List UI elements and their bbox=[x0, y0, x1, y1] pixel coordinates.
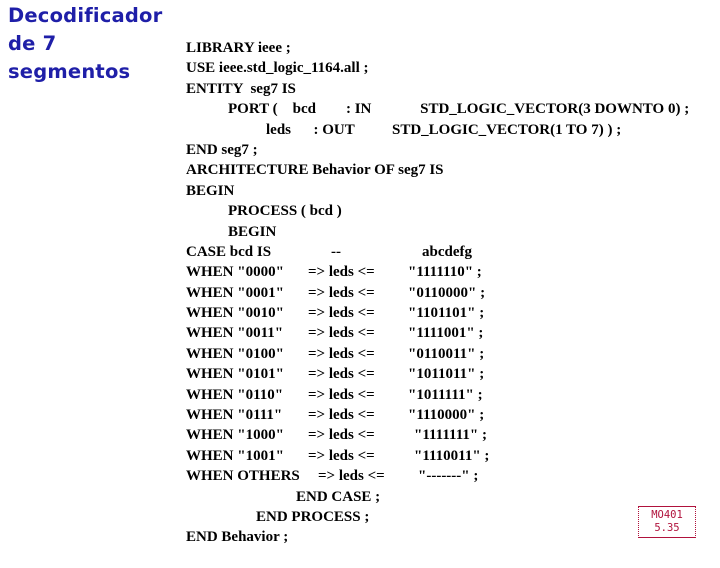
when-others-arrow: => leds <= bbox=[318, 468, 385, 485]
code-line-when-branch: WHEN "1000" => leds <= "1111111" ; bbox=[186, 425, 720, 445]
case-statement: CASE bcd IS bbox=[186, 243, 272, 260]
code-line-use: USE ieee.std_logic_1164.all ; bbox=[186, 60, 369, 77]
page-title: Decodificador de 7 segmentos bbox=[8, 4, 163, 83]
when-led-pattern: "1110011" ; bbox=[414, 447, 490, 464]
reference-badge-course: MO401 bbox=[651, 509, 683, 521]
when-condition: WHEN "0010" bbox=[186, 305, 284, 322]
code-line-when-branch: WHEN "0110" => leds <= "1011111" ; bbox=[186, 385, 720, 405]
code-line-library: LIBRARY ieee ; bbox=[186, 40, 291, 56]
vhdl-code-block: LIBRARY ieee ; USE ieee.std_logic_1164.al… bbox=[186, 38, 720, 548]
code-line-when-branch: WHEN "0101" => leds <= "1011011" ; bbox=[186, 364, 720, 384]
when-assignment-arrow: => leds <= bbox=[308, 447, 375, 464]
code-line-when-branch: WHEN "0011" => leds <= "1111001" ; bbox=[186, 323, 720, 343]
when-assignment-arrow: => leds <= bbox=[308, 407, 375, 424]
code-line-when-others: WHEN OTHERS => leds <= "-------" ; bbox=[186, 466, 720, 486]
when-others-value: "-------" ; bbox=[418, 468, 479, 485]
when-condition: WHEN "1000" bbox=[186, 427, 284, 444]
when-assignment-arrow: => leds <= bbox=[308, 284, 375, 301]
when-condition: WHEN "1001" bbox=[186, 447, 284, 464]
when-led-pattern: "1011011" ; bbox=[408, 366, 485, 383]
when-condition: WHEN "0001" bbox=[186, 284, 284, 301]
when-condition: WHEN "0101" bbox=[186, 366, 284, 383]
when-condition: WHEN "0110" bbox=[186, 386, 284, 403]
code-line-begin-proc: BEGIN bbox=[228, 223, 277, 240]
when-condition: WHEN "0000" bbox=[186, 264, 284, 281]
code-lines-case-branches: WHEN "0000" => leds <= "1111110" ; WHEN "00… bbox=[186, 262, 720, 466]
code-line-when-branch: WHEN "0010" => leds <= "1101101" ; bbox=[186, 303, 720, 323]
code-line-port-bcd: PORT ( bcd : IN STD_LOGIC_VECTOR(3 DOWNT… bbox=[228, 101, 690, 118]
code-line-entity: ENTITY seg7 IS bbox=[186, 80, 296, 97]
code-line-begin-arch: BEGIN bbox=[186, 182, 235, 199]
when-condition: WHEN "0100" bbox=[186, 345, 284, 362]
when-led-pattern: "1011111" ; bbox=[408, 386, 483, 403]
reference-badge-number: 5.35 bbox=[654, 521, 680, 534]
when-led-pattern: "1110000" ; bbox=[408, 407, 485, 424]
code-line-when-branch: WHEN "1001" => leds <= "1110011" ; bbox=[186, 446, 720, 466]
when-assignment-arrow: => leds <= bbox=[308, 345, 375, 362]
code-line-architecture: ARCHITECTURE Behavior OF seg7 IS bbox=[186, 162, 444, 179]
comment-dashes: -- bbox=[331, 243, 341, 260]
code-line-when-branch: WHEN "0111" => leds <= "1110000" ; bbox=[186, 405, 720, 425]
when-assignment-arrow: => leds <= bbox=[308, 386, 375, 403]
when-assignment-arrow: => leds <= bbox=[308, 305, 375, 322]
code-line-port-leds: leds : OUT STD_LOGIC_VECTOR(1 TO 7) ) ; bbox=[266, 121, 622, 138]
when-led-pattern: "1111110" ; bbox=[408, 264, 482, 281]
when-assignment-arrow: => leds <= bbox=[308, 325, 375, 342]
when-led-pattern: "1101101" ; bbox=[408, 305, 485, 322]
code-line-case-header: CASE bcd IS -- abcdefg bbox=[186, 242, 720, 262]
when-assignment-arrow: => leds <= bbox=[308, 427, 375, 444]
comment-segment-labels: abcdefg bbox=[422, 243, 472, 260]
when-assignment-arrow: => leds <= bbox=[308, 264, 375, 281]
code-lines-declarations: LIBRARY ieee ; USE ieee.std_logic_1164.al… bbox=[186, 38, 720, 242]
code-line-when-branch: WHEN "0000" => leds <= "1111110" ; bbox=[186, 262, 720, 282]
code-line-end-entity: END seg7 ; bbox=[186, 141, 258, 158]
when-assignment-arrow: => leds <= bbox=[308, 366, 375, 383]
when-condition: WHEN "0011" bbox=[186, 325, 284, 342]
when-others-label: WHEN OTHERS bbox=[186, 468, 300, 485]
code-line-when-branch: WHEN "0001" => leds <= "0110000" ; bbox=[186, 283, 720, 303]
code-line-end-case: END CASE ; bbox=[296, 488, 381, 505]
when-condition: WHEN "0111" bbox=[186, 407, 283, 424]
reference-badge: MO401 5.35 bbox=[638, 506, 696, 538]
when-led-pattern: "1111001" ; bbox=[408, 325, 484, 342]
code-line-when-branch: WHEN "0100" => leds <= "0110011" ; bbox=[186, 344, 720, 364]
code-line-process: PROCESS ( bcd ) bbox=[228, 203, 342, 220]
when-led-pattern: "1111111" ; bbox=[414, 427, 487, 444]
when-led-pattern: "0110000" ; bbox=[408, 284, 486, 301]
when-led-pattern: "0110011" ; bbox=[408, 345, 485, 362]
